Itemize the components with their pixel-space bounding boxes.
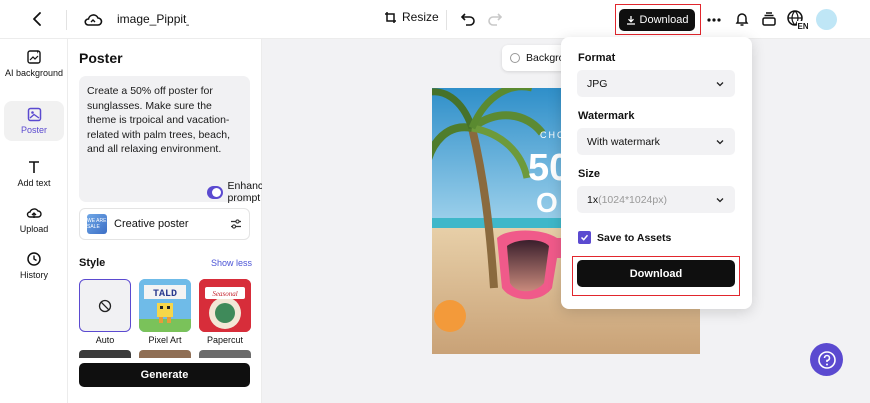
poster-text-line3: O [536, 187, 558, 218]
resize-label: Resize [402, 10, 439, 24]
save-to-assets-checkbox[interactable]: Save to Assets [578, 231, 671, 244]
back-arrow-icon[interactable] [28, 9, 48, 29]
chevron-down-icon [716, 197, 724, 202]
rail-item-label: AI background [4, 68, 64, 78]
poster-panel: Poster Create a 50% off poster for sungl… [68, 39, 269, 403]
papercut-thumbnail: Seasonal [199, 279, 251, 332]
left-rail: AI background Poster Add text Upload His… [0, 39, 68, 403]
creative-poster-selector[interactable]: WE ARE SALE Creative poster [79, 208, 250, 240]
resize-icon [385, 11, 396, 23]
size-label: Size [578, 168, 601, 180]
download-label: Download [639, 14, 689, 26]
toggle-switch[interactable] [207, 185, 223, 199]
rail-item-label: Upload [19, 224, 49, 234]
bell-icon[interactable] [733, 10, 751, 28]
top-bar: image_Pippit_20 Resize Download EN [0, 0, 870, 39]
format-label: Format [578, 52, 616, 64]
style-card-peek[interactable] [199, 350, 251, 358]
rail-item-history[interactable]: History [4, 251, 64, 283]
language-badge: EN [798, 22, 809, 31]
chevron-down-icon [716, 139, 724, 144]
style-card-auto[interactable] [79, 279, 131, 332]
divider [446, 10, 447, 30]
panel-title: Poster [79, 50, 123, 66]
papercut-thumb-text: Seasonal [212, 290, 237, 298]
style-card-peek[interactable] [79, 350, 131, 358]
style-name-papercut: Papercut [206, 335, 244, 345]
help-icon [817, 350, 836, 369]
check-icon [580, 234, 589, 241]
resize-button[interactable]: Resize [384, 10, 439, 24]
avatar[interactable] [816, 9, 837, 30]
rail-item-poster[interactable]: Poster [4, 101, 64, 141]
download-icon [626, 16, 635, 25]
download-dropdown: Format JPG Watermark With watermark Size… [561, 37, 752, 309]
style-name-pixel-art: Pixel Art [148, 335, 182, 345]
rail-item-ai-background[interactable]: AI background [4, 49, 64, 93]
creative-poster-thumbnail: WE ARE SALE [87, 214, 107, 234]
rail-item-label: Poster [20, 125, 47, 135]
style-card-peek[interactable] [139, 350, 191, 358]
no-style-icon [98, 299, 112, 312]
sliders-icon[interactable] [230, 218, 242, 230]
rail-item-add-text[interactable]: Add text [4, 159, 64, 191]
show-less-link[interactable]: Show less [211, 258, 252, 268]
watermark-label: Watermark [578, 110, 635, 122]
text-icon [29, 161, 39, 173]
undo-icon[interactable] [459, 10, 477, 28]
download-button[interactable]: Download [619, 9, 695, 31]
style-label: Style [79, 257, 106, 269]
style-card-papercut[interactable]: Seasonal [199, 279, 251, 332]
rail-item-label: History [19, 270, 48, 280]
thumbnail-text: WE ARE SALE [87, 218, 107, 230]
cloud-sync-icon[interactable] [83, 10, 103, 30]
size-value: 1x [587, 193, 599, 206]
style-card-pixel-art[interactable]: TALD [139, 279, 191, 332]
confirm-download-button[interactable]: Download [577, 260, 735, 287]
watermark-value: With watermark [587, 135, 660, 148]
background-icon [510, 53, 520, 63]
divider [66, 10, 67, 30]
rail-item-upload[interactable]: Upload [4, 205, 64, 237]
checkbox[interactable] [578, 231, 591, 244]
history-icon [27, 252, 41, 266]
globe-language-icon[interactable]: EN [786, 9, 809, 31]
chevron-down-icon [716, 81, 724, 86]
generate-button[interactable]: Generate [79, 363, 250, 387]
creative-poster-label: Creative poster [114, 218, 189, 230]
pixel-art-thumbnail: TALD [139, 279, 191, 332]
size-select[interactable]: 1x (1024*1024px) [577, 186, 735, 213]
poster-icon [27, 107, 41, 122]
style-name-auto: Auto [95, 335, 115, 345]
size-hint: (1024*1024px) [598, 193, 667, 206]
save-to-assets-label: Save to Assets [597, 231, 672, 244]
upload-icon [26, 208, 42, 218]
redo-icon[interactable] [486, 10, 504, 28]
rail-item-label: Add text [17, 178, 51, 188]
pixel-art-thumb-text: TALD [153, 289, 177, 300]
watermark-select[interactable]: With watermark [577, 128, 735, 155]
ai-background-icon [27, 50, 41, 64]
format-value: JPG [587, 77, 608, 90]
more-icon[interactable] [705, 11, 723, 29]
format-select[interactable]: JPG [577, 70, 735, 97]
help-button[interactable] [810, 343, 843, 376]
file-name[interactable]: image_Pippit_20 [117, 12, 189, 26]
stack-icon[interactable] [760, 10, 778, 28]
